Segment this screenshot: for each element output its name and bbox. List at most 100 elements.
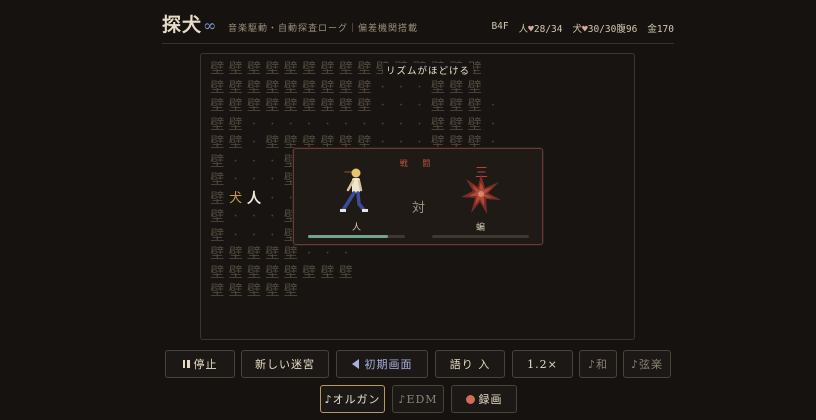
- floor-tile: ・: [249, 212, 259, 222]
- speed-button[interactable]: 1.2×: [512, 350, 573, 378]
- floor-tile: ・: [249, 175, 259, 185]
- wall-tile: 壁: [228, 79, 243, 96]
- floor-tile: ・: [488, 101, 498, 111]
- map-message: リズムがほどける: [383, 63, 474, 77]
- floor-tile: ・: [249, 119, 259, 130]
- record-label: 録画: [478, 393, 503, 406]
- wall-tile: 壁: [338, 61, 353, 77]
- wall-tile: 壁: [246, 264, 261, 281]
- human-hp: 人♥28/34: [519, 21, 563, 35]
- organ-music-button[interactable]: ♪オルガン: [320, 385, 385, 413]
- wall-tile: 壁: [467, 116, 482, 133]
- wall-tile: 壁: [246, 61, 261, 77]
- strings-music-button[interactable]: ♪弦楽: [623, 350, 671, 378]
- wall-tile: 壁: [302, 61, 317, 77]
- organ-label: ♪オルガン: [324, 393, 381, 406]
- wall-tile: 壁: [338, 264, 353, 281]
- floor-tile: ・: [378, 101, 388, 111]
- versus-label: 対: [412, 201, 426, 216]
- wall-tile: 壁: [210, 246, 225, 262]
- wall-tile: 壁: [265, 79, 280, 96]
- wall-tile: 壁: [210, 264, 225, 281]
- wall-tile: 壁: [246, 283, 261, 299]
- dog-label: 犬: [572, 24, 582, 35]
- player-hp-bar: [308, 235, 405, 238]
- runner-icon: [340, 168, 368, 212]
- wall-tile: 壁: [265, 264, 280, 281]
- wall-tile: 壁: [283, 98, 298, 114]
- wall-tile: 壁: [228, 98, 243, 114]
- wall-tile: 壁: [210, 190, 225, 207]
- floor-tile: ・: [231, 156, 241, 167]
- map-row: 壁壁壁壁壁壁壁壁: [208, 264, 502, 283]
- dog-hp: 犬♥30/30腹96: [572, 21, 637, 35]
- wall-tile: 壁: [283, 283, 298, 299]
- stop-button[interactable]: 停止: [165, 350, 235, 378]
- wall-tile: 壁: [430, 79, 445, 96]
- wall-tile: 壁: [357, 61, 372, 77]
- strings-label: ♪弦楽: [630, 358, 664, 371]
- player-hp-fill: [308, 235, 388, 238]
- wall-tile: 壁: [246, 98, 261, 114]
- floor-tile: ・: [396, 119, 406, 130]
- enemy-hp-bar: [432, 235, 529, 238]
- wall-tile: 壁: [449, 79, 464, 96]
- enemy-name: 蝙: [476, 223, 486, 233]
- floor-tile: ・: [249, 230, 259, 241]
- map-row: 壁壁壁壁壁: [208, 282, 502, 301]
- player-name: 人: [352, 223, 362, 233]
- logo: 探犬∞: [162, 10, 217, 37]
- wall-tile: 壁: [210, 135, 225, 151]
- floor-tile: ・: [414, 119, 424, 130]
- header: 探犬∞ 音楽駆動・自動探査ローグ｜偏差機関搭載 B4F 人♥28/34 犬♥30…: [162, 10, 674, 44]
- floor-tile: ・: [323, 119, 333, 130]
- wall-tile: 壁: [320, 79, 335, 96]
- wall-tile: 壁: [467, 79, 482, 96]
- wall-tile: 壁: [265, 283, 280, 299]
- wall-tile: 壁: [449, 98, 464, 114]
- floor-tile: ・: [396, 82, 406, 93]
- wall-tile: 壁: [283, 246, 298, 262]
- wa-music-button[interactable]: ♪和: [579, 350, 617, 378]
- floor-tile: ・: [286, 119, 296, 130]
- floor-tile: ・: [267, 175, 277, 185]
- wall-tile: 壁: [302, 98, 317, 114]
- wall-tile: 壁: [210, 209, 225, 225]
- wall-tile: 壁: [449, 116, 464, 133]
- new-maze-button[interactable]: 新しい迷宮: [241, 350, 329, 378]
- floor-tile: ・: [267, 156, 277, 167]
- battle-title: 戦 闘: [399, 159, 437, 168]
- stop-label: 停止: [193, 358, 218, 371]
- wall-tile: 壁: [210, 227, 225, 244]
- title-screen-label: 初期画面: [364, 358, 413, 371]
- wall-tile: 壁: [357, 98, 372, 114]
- wall-tile: 壁: [357, 79, 372, 96]
- wall-tile: 壁: [228, 264, 243, 281]
- wall-tile: 壁: [210, 153, 225, 170]
- wall-tile: 壁: [302, 264, 317, 281]
- wall-tile: 壁: [283, 61, 298, 77]
- wall-tile: 壁: [228, 135, 243, 151]
- wall-tile: 壁: [430, 116, 445, 133]
- floor-tile: ・: [231, 212, 241, 222]
- wall-tile: 壁: [320, 61, 335, 77]
- map-row: 壁壁壁壁壁壁壁壁壁・・・壁壁壁: [208, 79, 502, 98]
- back-arrow-icon: [351, 359, 359, 369]
- floor-tile: ・: [249, 156, 259, 167]
- wall-tile: 壁: [210, 116, 225, 133]
- floor-tile: ・: [231, 230, 241, 241]
- burst-icon: [461, 174, 501, 214]
- edm-music-button[interactable]: ♪EDM: [392, 385, 444, 413]
- speed-label: 1.2×: [527, 357, 558, 371]
- wall-tile: 壁: [265, 246, 280, 262]
- floor-indicator: B4F: [491, 21, 509, 32]
- record-button[interactable]: 録画: [451, 385, 517, 413]
- human-label: 人: [518, 24, 529, 35]
- floor-tile: ・: [267, 119, 277, 130]
- wall-tile: 壁: [265, 135, 280, 151]
- floor-tile: ・: [414, 101, 424, 111]
- floor-tile: ・: [341, 249, 351, 259]
- title-screen-button[interactable]: 初期画面: [336, 350, 428, 378]
- battle-panel: 戦 闘 一 三 対 人 蝙: [293, 148, 543, 245]
- narrate-button[interactable]: 語り 入: [435, 350, 505, 378]
